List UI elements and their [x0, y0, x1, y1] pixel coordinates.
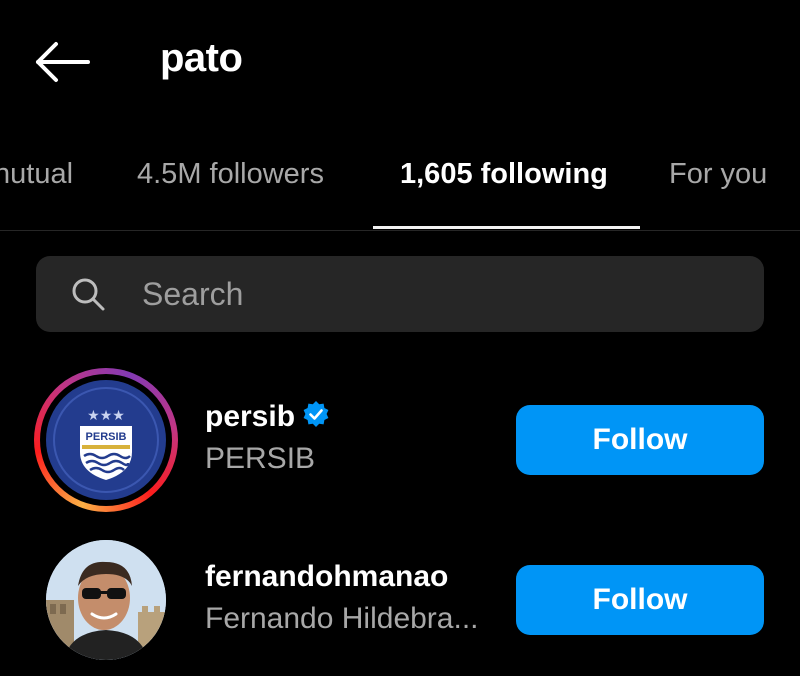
story-ring[interactable]: ★★★ PERSIB [34, 368, 178, 512]
username[interactable]: persib [205, 400, 295, 433]
full-name: PERSIB [205, 442, 316, 475]
search-bar[interactable] [36, 256, 764, 332]
tab-bar: nutual 4.5M followers 1,605 following Fo… [0, 130, 800, 231]
follow-button[interactable]: Follow [516, 565, 764, 635]
search-icon [72, 278, 105, 311]
follow-button[interactable]: Follow [516, 405, 764, 475]
list-item[interactable]: ★★★ PERSIB persib PERSIB Follow [0, 368, 800, 512]
top-bar: pato [0, 0, 800, 120]
avatar[interactable] [46, 540, 166, 660]
search-input[interactable] [142, 256, 742, 332]
svg-text:★★★: ★★★ [87, 408, 125, 424]
username[interactable]: fernandohmanao [205, 560, 448, 594]
active-tab-indicator [373, 226, 640, 229]
svg-text:PERSIB: PERSIB [86, 431, 127, 443]
list-item[interactable]: fernandohmanao Fernando Hildebra... Foll… [0, 530, 800, 670]
profile-photo-icon [46, 540, 166, 660]
tab-for-you[interactable]: For you [669, 158, 767, 191]
tab-mutual[interactable]: nutual [0, 158, 73, 191]
avatar: ★★★ PERSIB [46, 380, 166, 500]
verified-badge-icon [303, 401, 329, 428]
tab-followers[interactable]: 4.5M followers [137, 158, 324, 191]
tab-following[interactable]: 1,605 following [400, 158, 608, 191]
full-name: Fernando Hildebra... [205, 602, 479, 635]
back-button[interactable] [30, 38, 94, 86]
page-title: pato [160, 36, 243, 80]
persib-logo-icon: ★★★ PERSIB [48, 382, 164, 498]
arrow-left-icon [36, 42, 90, 82]
